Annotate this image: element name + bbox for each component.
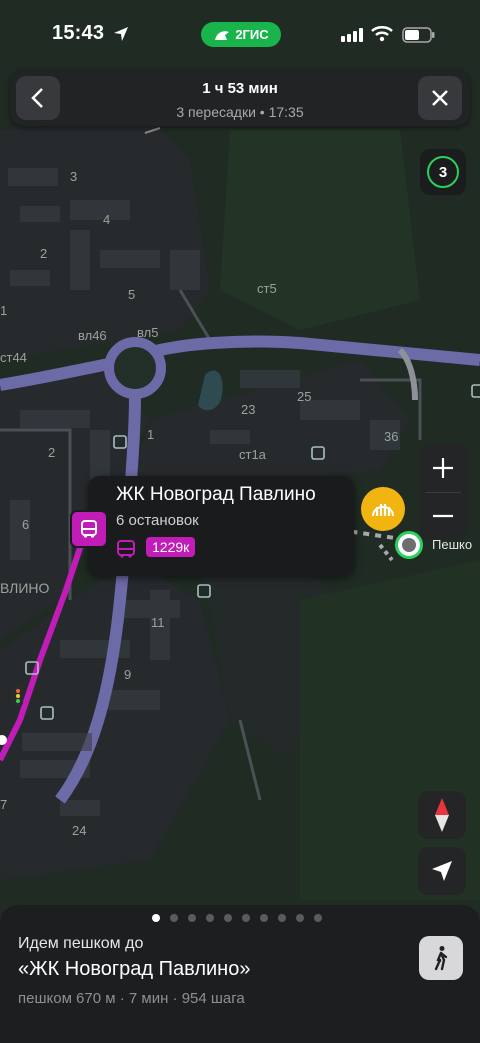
- brand-logo[interactable]: 2ГИС: [201, 22, 281, 47]
- minus-icon: [433, 514, 453, 518]
- route-number-badge: 1229к: [146, 537, 196, 557]
- walking-person-icon: [434, 946, 448, 971]
- pager-dot[interactable]: [278, 914, 286, 922]
- pager-dot[interactable]: [260, 914, 268, 922]
- map-label: ВЛИНО: [0, 580, 50, 596]
- route-header: 1 ч 53 мин 3 пересадки • 17:35: [10, 70, 470, 126]
- zoom-control: [419, 444, 467, 540]
- pager-dot[interactable]: [188, 914, 196, 922]
- map-label: 5: [128, 287, 136, 302]
- bus-icon: [117, 540, 135, 558]
- wifi-icon: [371, 26, 393, 42]
- zoom-out-button[interactable]: [419, 492, 467, 540]
- battery-icon: [402, 27, 435, 43]
- map-label: 4: [103, 212, 111, 227]
- route-duration: 1 ч 53 мин: [202, 80, 278, 97]
- sheet-destination: «ЖК Новоград Павлино»: [18, 958, 251, 980]
- pager-dot[interactable]: [296, 914, 304, 922]
- brand-icon: [215, 30, 230, 40]
- pager-dot[interactable]: [224, 914, 232, 922]
- status-time: 15:43: [52, 22, 105, 44]
- map-label: 3: [70, 169, 78, 184]
- brand-label: 2ГИС: [235, 27, 269, 42]
- map-label: 9: [124, 667, 132, 682]
- plus-icon: [433, 458, 453, 478]
- map-label: 2: [48, 445, 56, 460]
- popup-title: ЖК Новоград Павлино: [116, 484, 316, 505]
- map-label: 1: [147, 427, 155, 442]
- signal-icon: [341, 28, 363, 42]
- status-bar: 15:43 2ГИС: [0, 0, 480, 64]
- layers-counter-button[interactable]: 3: [420, 149, 466, 195]
- pager-dot[interactable]: [170, 914, 178, 922]
- bus-stop-marker[interactable]: [70, 510, 108, 548]
- step-pager[interactable]: [152, 914, 322, 922]
- route-details: 3 пересадки • 17:35: [176, 104, 304, 120]
- map-label: ст5: [257, 281, 277, 296]
- popup-stops: 6 остановок: [116, 512, 199, 529]
- metro-station-marker[interactable]: [361, 487, 405, 531]
- compass-icon: [435, 798, 449, 832]
- pager-dot[interactable]: [314, 914, 322, 922]
- map-label: вл46: [78, 328, 107, 343]
- pager-dot[interactable]: [206, 914, 214, 922]
- map-label: 7: [0, 797, 8, 812]
- map-label: 11: [151, 615, 165, 630]
- map-label: 25: [297, 389, 312, 404]
- sheet-instruction: Идем пешком до: [18, 935, 144, 952]
- compass-button[interactable]: [418, 791, 466, 839]
- map-label: 24: [72, 823, 87, 838]
- pager-dot[interactable]: [152, 914, 160, 922]
- map-label: ст44: [0, 350, 27, 365]
- map-label: 6: [22, 517, 30, 532]
- location-arrow-icon: [114, 27, 128, 41]
- map-label: 36: [384, 429, 399, 444]
- map-label: ст1а: [239, 447, 266, 462]
- bus-icon: [81, 520, 97, 538]
- destination-label: Пешко: [432, 537, 473, 552]
- close-button[interactable]: [418, 76, 462, 120]
- zoom-in-button[interactable]: [419, 444, 467, 492]
- navigation-arrow-icon: [432, 861, 452, 881]
- my-location-button[interactable]: [418, 847, 466, 895]
- layers-counter-value: 3: [427, 156, 459, 188]
- map-label: 2: [40, 246, 48, 261]
- pager-dot[interactable]: [242, 914, 250, 922]
- metro-icon: [372, 504, 394, 517]
- map-label: вл5: [137, 325, 159, 340]
- destination-pin[interactable]: [395, 531, 423, 559]
- walk-mode-button[interactable]: [419, 936, 463, 980]
- map-label: 1: [0, 303, 8, 318]
- map-label: 23: [241, 402, 256, 417]
- close-icon: [432, 90, 448, 106]
- sheet-walk-details: пешком 670 м · 7 мин · 954 шага: [18, 990, 245, 1007]
- stop-popup[interactable]: ЖК Новоград Павлино 6 остановок 1229к: [88, 476, 354, 576]
